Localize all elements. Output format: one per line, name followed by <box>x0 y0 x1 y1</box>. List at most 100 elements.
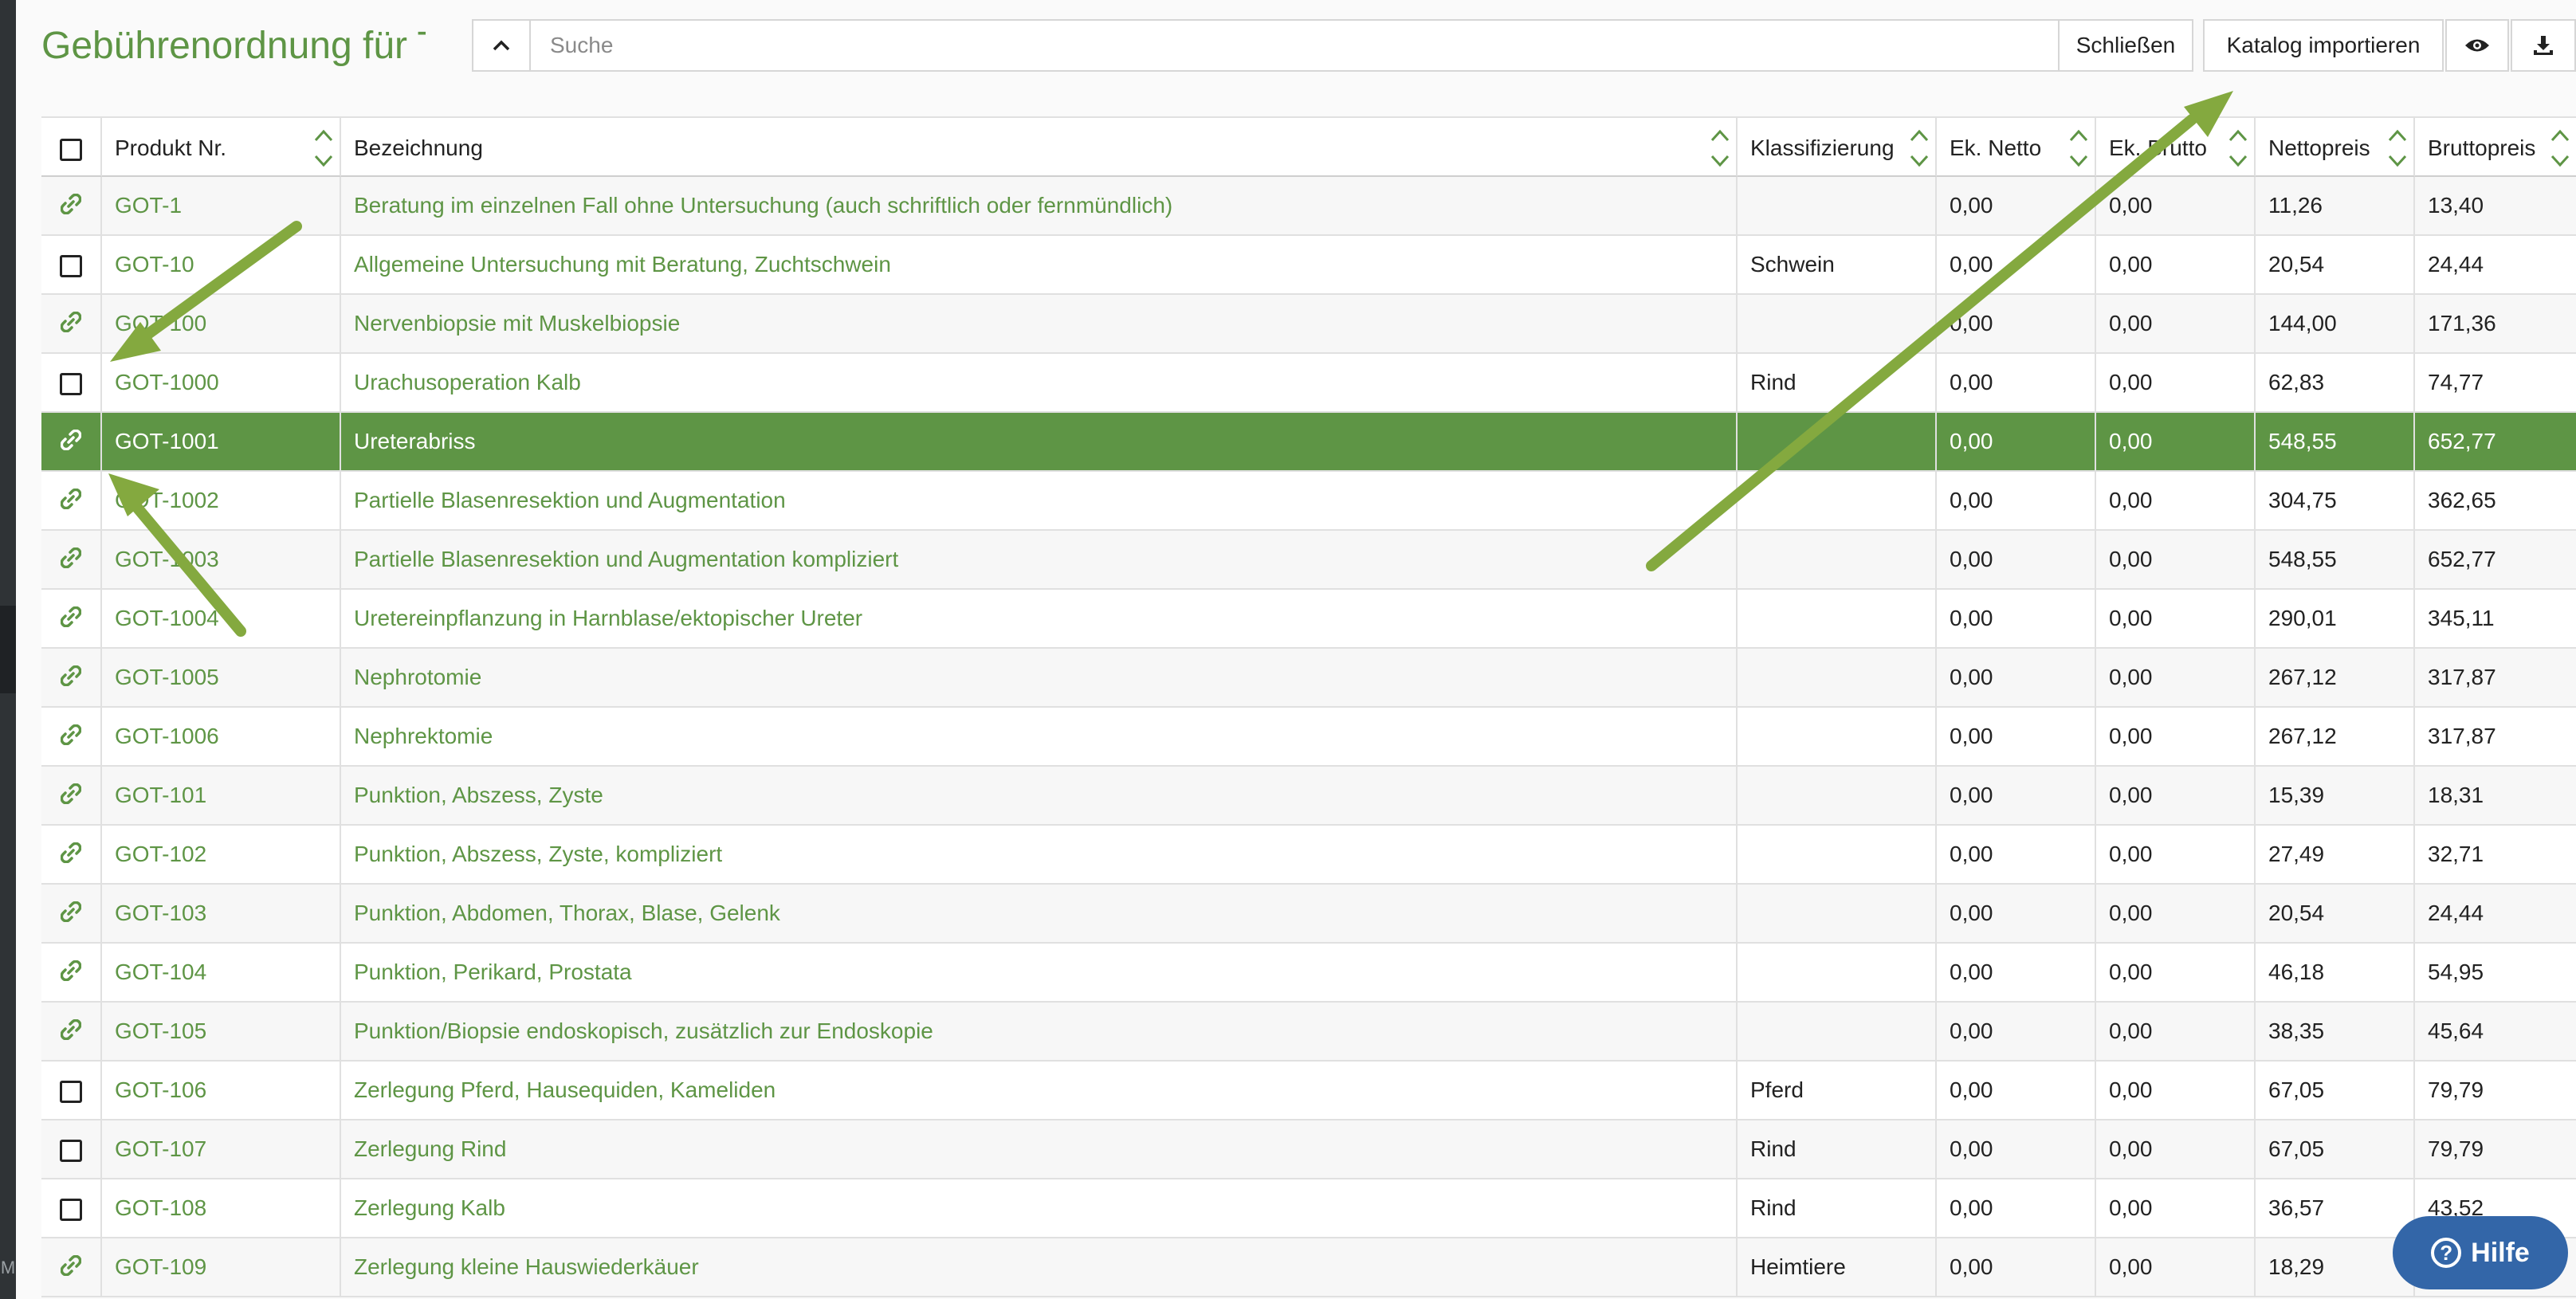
cell-bezeichnung[interactable]: Uretereinpflanzung in Harnblase/ektopisc… <box>341 590 1738 649</box>
description-link[interactable]: Punktion, Abszess, Zyste, kompliziert <box>354 842 722 866</box>
table-row[interactable]: GOT-101 Punktion, Abszess, Zyste 0,00 0,00 1… <box>41 767 2576 826</box>
description-link[interactable]: Nephrotomie <box>354 665 481 689</box>
table-row[interactable]: GOT-1004 Uretereinpflanzung in Harnblase/… <box>41 590 2576 649</box>
description-link[interactable]: Zerlegung Kalb <box>354 1195 505 1220</box>
header-produkt-nr[interactable]: Produkt Nr. <box>102 116 341 177</box>
table-row[interactable]: GOT-1003 Partielle Blasenresektion und Au… <box>41 531 2576 590</box>
description-link[interactable]: Beratung im einzelnen Fall ohne Untersuc… <box>354 193 1172 218</box>
description-link[interactable]: Nephrektomie <box>354 724 493 748</box>
header-klassifizierung[interactable]: Klassifizierung <box>1738 116 1937 177</box>
link-icon[interactable] <box>60 532 82 588</box>
sort-icon[interactable] <box>312 124 335 172</box>
link-icon[interactable] <box>60 1240 82 1296</box>
cell-produkt-nr[interactable]: GOT-10 <box>102 236 341 295</box>
cell-bezeichnung[interactable]: Punktion, Abdomen, Thorax, Blase, Gelenk <box>341 885 1738 944</box>
sort-icon[interactable] <box>2386 124 2409 172</box>
product-nr-link[interactable]: GOT-102 <box>115 842 206 866</box>
table-row[interactable]: GOT-1006 Nephrektomie 0,00 0,00 267,12 317,87 <box>41 708 2576 767</box>
sort-icon[interactable] <box>1709 124 1731 172</box>
cell-bezeichnung[interactable]: Beratung im einzelnen Fall ohne Untersuc… <box>341 177 1738 236</box>
cell-produkt-nr[interactable]: GOT-102 <box>102 826 341 885</box>
cell-produkt-nr[interactable]: GOT-1006 <box>102 708 341 767</box>
select-all-checkbox[interactable] <box>60 138 82 161</box>
table-row[interactable]: GOT-1 Beratung im einzelnen Fall ohne Unt… <box>41 177 2576 236</box>
table-row[interactable]: GOT-1000 Urachusoperation Kalb Rind 0,00 0,0… <box>41 354 2576 413</box>
table-row[interactable]: GOT-1005 Nephrotomie 0,00 0,00 267,12 317,87 <box>41 649 2576 708</box>
header-ek-brutto[interactable]: Ek. Brutto <box>2096 116 2256 177</box>
table-row[interactable]: GOT-10 Allgemeine Untersuchung mit Beratu… <box>41 236 2576 295</box>
product-nr-link[interactable]: GOT-100 <box>115 311 206 336</box>
product-nr-link[interactable]: GOT-1005 <box>115 665 219 689</box>
product-nr-link[interactable]: GOT-106 <box>115 1077 206 1102</box>
cell-bezeichnung[interactable]: Punktion, Abszess, Zyste, kompliziert <box>341 826 1738 885</box>
description-link[interactable]: Partielle Blasenresektion und Augmentati… <box>354 547 898 571</box>
cell-bezeichnung[interactable]: Partielle Blasenresektion und Augmentati… <box>341 472 1738 531</box>
sort-icon[interactable] <box>2067 124 2090 172</box>
view-button[interactable] <box>2445 19 2509 72</box>
cell-produkt-nr[interactable]: GOT-1 <box>102 177 341 236</box>
table-row[interactable]: GOT-104 Punktion, Perikard, Prostata 0,00 0… <box>41 944 2576 1003</box>
table-row[interactable]: GOT-1001 Ureterabriss 0,00 0,00 548,55 652,77 <box>41 413 2576 472</box>
product-nr-link[interactable]: GOT-104 <box>115 960 206 984</box>
table-row[interactable]: GOT-102 Punktion, Abszess, Zyste, kompliz… <box>41 826 2576 885</box>
description-link[interactable]: Allgemeine Untersuchung mit Beratung, Zu… <box>354 252 891 277</box>
product-nr-link[interactable]: GOT-101 <box>115 783 206 807</box>
product-nr-link[interactable]: GOT-105 <box>115 1018 206 1043</box>
link-icon[interactable] <box>60 945 82 1001</box>
product-nr-link[interactable]: GOT-1004 <box>115 606 219 630</box>
description-link[interactable]: Punktion/Biopsie endoskopisch, zusätzlic… <box>354 1018 933 1043</box>
description-link[interactable]: Partielle Blasenresektion und Augmentati… <box>354 488 786 512</box>
table-row[interactable]: GOT-109 Zerlegung kleine Hauswiederkäuer H… <box>41 1238 2576 1297</box>
product-nr-link[interactable]: GOT-1001 <box>115 429 219 453</box>
cell-bezeichnung[interactable]: Ureterabriss <box>341 413 1738 472</box>
description-link[interactable]: Urachusoperation Kalb <box>354 370 581 394</box>
sort-icon[interactable] <box>2549 124 2571 172</box>
cell-bezeichnung[interactable]: Zerlegung Rind <box>341 1120 1738 1179</box>
link-icon[interactable] <box>60 650 82 706</box>
collapse-button[interactable] <box>472 19 531 72</box>
table-row[interactable]: GOT-1002 Partielle Blasenresektion und Au… <box>41 472 2576 531</box>
cell-bezeichnung[interactable]: Zerlegung Kalb <box>341 1179 1738 1238</box>
link-icon[interactable] <box>60 709 82 765</box>
cell-bezeichnung[interactable]: Urachusoperation Kalb <box>341 354 1738 413</box>
import-catalog-button[interactable]: Katalog importieren <box>2203 19 2444 72</box>
cell-produkt-nr[interactable]: GOT-1002 <box>102 472 341 531</box>
cell-produkt-nr[interactable]: GOT-103 <box>102 885 341 944</box>
cell-bezeichnung[interactable]: Punktion, Perikard, Prostata <box>341 944 1738 1003</box>
link-icon[interactable] <box>60 473 82 529</box>
description-link[interactable]: Punktion, Abszess, Zyste <box>354 783 603 807</box>
cell-produkt-nr[interactable]: GOT-1004 <box>102 590 341 649</box>
table-row[interactable]: GOT-105 Punktion/Biopsie endoskopisch, zu… <box>41 1003 2576 1062</box>
link-icon[interactable] <box>60 1004 82 1060</box>
download-button[interactable] <box>2511 19 2576 72</box>
header-bruttopreis[interactable]: Bruttopreis <box>2415 116 2576 177</box>
help-button[interactable]: ? Hilfe <box>2393 1216 2568 1289</box>
cell-bezeichnung[interactable]: Nephrotomie <box>341 649 1738 708</box>
description-link[interactable]: Punktion, Perikard, Prostata <box>354 960 632 984</box>
cell-produkt-nr[interactable]: GOT-109 <box>102 1238 341 1297</box>
description-link[interactable]: Ureterabriss <box>354 429 475 453</box>
cell-produkt-nr[interactable]: GOT-1001 <box>102 413 341 472</box>
cell-bezeichnung[interactable]: Allgemeine Untersuchung mit Beratung, Zu… <box>341 236 1738 295</box>
row-checkbox[interactable] <box>60 1198 82 1221</box>
cell-produkt-nr[interactable]: GOT-105 <box>102 1003 341 1062</box>
header-nettopreis[interactable]: Nettopreis <box>2256 116 2415 177</box>
product-nr-link[interactable]: GOT-10 <box>115 252 194 277</box>
link-icon[interactable] <box>60 414 82 470</box>
product-nr-link[interactable]: GOT-109 <box>115 1254 206 1279</box>
description-link[interactable]: Punktion, Abdomen, Thorax, Blase, Gelenk <box>354 901 780 925</box>
table-row[interactable]: GOT-107 Zerlegung Rind Rind 0,00 0,00 67,05 79… <box>41 1120 2576 1179</box>
product-nr-link[interactable]: GOT-1002 <box>115 488 219 512</box>
row-checkbox[interactable] <box>60 1080 82 1103</box>
sort-icon[interactable] <box>1908 124 1930 172</box>
table-row[interactable]: GOT-108 Zerlegung Kalb Rind 0,00 0,00 36,57 43… <box>41 1179 2576 1238</box>
link-icon[interactable] <box>60 886 82 942</box>
link-icon[interactable] <box>60 179 82 234</box>
cell-produkt-nr[interactable]: GOT-104 <box>102 944 341 1003</box>
row-checkbox[interactable] <box>60 372 82 395</box>
search-input[interactable] <box>531 19 2069 72</box>
cell-bezeichnung[interactable]: Punktion/Biopsie endoskopisch, zusätzlic… <box>341 1003 1738 1062</box>
cell-produkt-nr[interactable]: GOT-106 <box>102 1062 341 1120</box>
description-link[interactable]: Nervenbiopsie mit Muskelbiopsie <box>354 311 680 336</box>
row-checkbox[interactable] <box>60 254 82 277</box>
